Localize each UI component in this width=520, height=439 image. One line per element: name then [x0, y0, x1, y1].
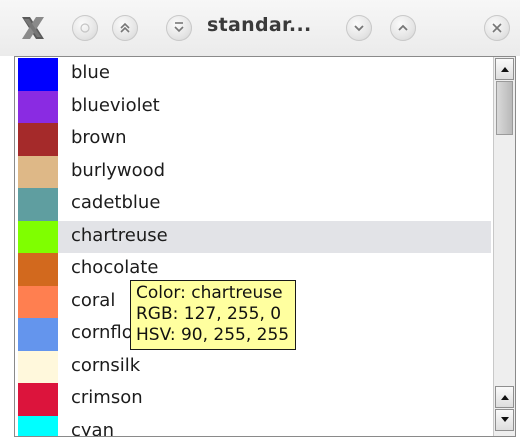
color-name: chartreuse [71, 224, 168, 246]
color-swatch [18, 285, 58, 318]
close-icon [492, 23, 502, 33]
maximize-button[interactable] [346, 15, 372, 41]
color-swatch [18, 90, 58, 123]
color-name: chocolate [71, 257, 159, 278]
color-swatch [18, 155, 58, 188]
list-item[interactable]: blue [15, 58, 493, 91]
arrow-up-icon [500, 395, 509, 400]
color-swatch [18, 415, 58, 436]
color-swatch [18, 350, 58, 383]
list-item[interactable]: cadetblue [15, 188, 493, 221]
color-name: brown [71, 127, 127, 148]
arrow-up-icon [500, 67, 509, 72]
tooltip-color-name: Color: chartreuse [136, 283, 283, 303]
chevron-down-icon [354, 25, 364, 32]
above-button[interactable] [390, 15, 416, 41]
color-swatch [18, 58, 58, 91]
tooltip-hsv: HSV: 90, 255, 255 [136, 325, 290, 345]
color-name: cadetblue [71, 192, 161, 213]
scrollbar-thumb[interactable] [496, 81, 513, 135]
color-swatch [18, 253, 58, 286]
color-name: coral [71, 289, 116, 311]
scroll-up-button-lower[interactable] [495, 386, 514, 408]
scroll-down-button[interactable] [495, 409, 514, 431]
stick-button[interactable] [166, 15, 192, 41]
chevron-down-bar-icon [174, 22, 184, 33]
color-swatch [18, 318, 58, 351]
color-name: cyan [71, 419, 114, 437]
color-name: crimson [71, 387, 143, 408]
minimize-button[interactable] [72, 15, 98, 41]
color-swatch [18, 123, 58, 156]
color-name: cornsilk [71, 354, 141, 376]
list-item[interactable]: burlywood [15, 155, 493, 188]
window-title: standar... [207, 14, 312, 36]
color-list[interactable]: blue blueviolet brown burlywood cadetblue cha… [14, 56, 516, 437]
color-swatch [18, 383, 58, 416]
title-bar: standar... [0, 0, 520, 56]
minimize-icon [80, 23, 90, 33]
close-button[interactable] [484, 15, 510, 41]
color-name: blueviolet [71, 94, 160, 116]
color-swatch [18, 220, 58, 253]
color-list-items: blue blueviolet brown burlywood cadetblue cha… [15, 58, 493, 437]
arrow-down-icon [500, 417, 509, 422]
scroll-up-button[interactable] [495, 58, 514, 80]
list-item[interactable]: blueviolet [15, 90, 493, 123]
double-chevron-up-icon [120, 22, 130, 33]
list-item[interactable]: cyan [15, 415, 493, 437]
shade-button[interactable] [112, 15, 138, 41]
color-name: blue [71, 62, 110, 83]
list-item[interactable]: chartreuse [15, 220, 493, 253]
app-menu-icon[interactable] [18, 14, 48, 42]
list-item[interactable]: crimson [15, 383, 493, 416]
list-item[interactable]: cornsilk [15, 350, 493, 383]
tooltip-rgb: RGB: 127, 255, 0 [136, 304, 282, 324]
vertical-scrollbar[interactable] [493, 57, 515, 436]
color-swatch [18, 188, 58, 221]
chevron-up-icon [398, 24, 408, 31]
list-item[interactable]: brown [15, 123, 493, 156]
color-name: burlywood [71, 159, 166, 181]
color-tooltip: Color: chartreuse RGB: 127, 255, 0 HSV: … [130, 280, 297, 350]
